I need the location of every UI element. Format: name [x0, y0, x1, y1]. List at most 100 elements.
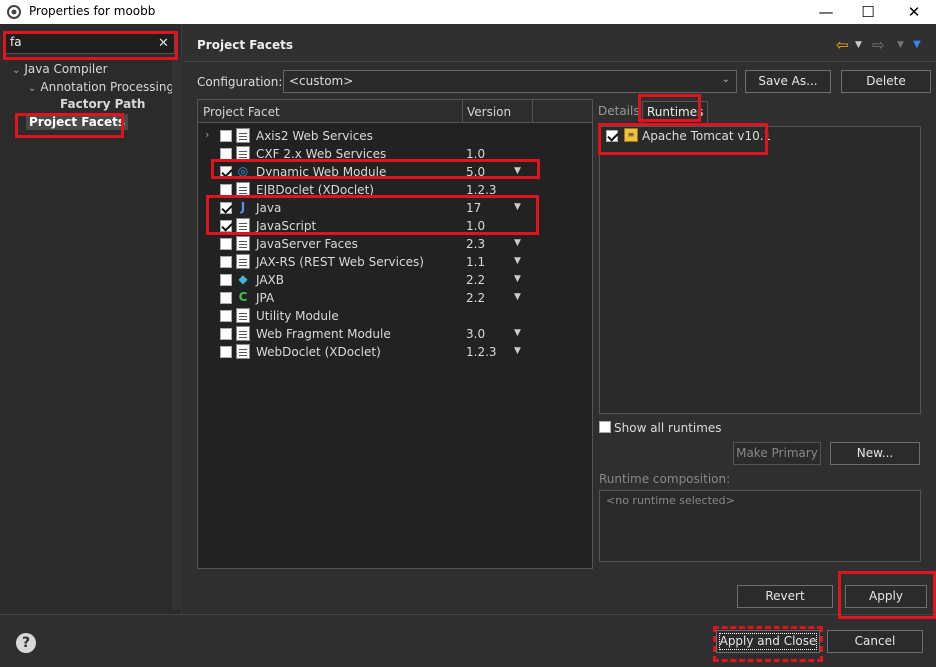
version-dropdown-icon[interactable]: ▼	[514, 292, 521, 302]
tree-item-project-facets[interactable]: Project Facets	[26, 114, 128, 130]
tree-item-factory-path[interactable]: Factory Path	[60, 97, 145, 111]
version-dropdown-icon[interactable]: ▼	[514, 274, 521, 284]
facet-row-jax-rs[interactable]: JAX-RS (REST Web Services) 1.1 ▼	[198, 253, 592, 271]
forward-menu-chevron-icon[interactable]: ▼	[897, 40, 904, 50]
title-bar: Properties for moobb — ☐ ✕	[0, 0, 936, 24]
revert-button[interactable]: Revert	[737, 585, 833, 608]
facet-row-java[interactable]: J Java 17 ▼	[198, 199, 592, 217]
runtime-checkbox[interactable]	[606, 130, 618, 142]
document-icon	[236, 344, 250, 359]
facet-checkbox[interactable]	[220, 292, 232, 304]
version-dropdown-icon[interactable]: ▼	[514, 202, 521, 212]
version-dropdown-icon[interactable]: ▼	[514, 256, 521, 266]
facet-row-cxf[interactable]: CXF 2.x Web Services 1.0	[198, 145, 592, 163]
close-window-button[interactable]: ✕	[892, 0, 936, 24]
make-primary-button[interactable]: Make Primary	[733, 442, 821, 465]
tree-scrollbar[interactable]	[172, 58, 182, 610]
version-dropdown-icon[interactable]: ▼	[514, 346, 521, 356]
column-header-version[interactable]: Version	[467, 105, 511, 119]
facet-row-jpa[interactable]: C JPA 2.2 ▼	[198, 289, 592, 307]
document-icon	[236, 182, 250, 197]
checkbox-box[interactable]	[599, 421, 611, 433]
facet-row-javascript[interactable]: JavaScript 1.0	[198, 217, 592, 235]
apply-and-close-button[interactable]: Apply and Close	[716, 630, 820, 653]
facet-row-dynamic-web-module[interactable]: ◎ Dynamic Web Module 5.0 ▼	[198, 163, 592, 181]
facet-checkbox[interactable]	[220, 148, 232, 160]
facet-name: JavaServer Faces	[256, 237, 358, 251]
facet-row-jsf[interactable]: JavaServer Faces 2.3 ▼	[198, 235, 592, 253]
chevron-down-icon[interactable]: ⌄	[12, 65, 20, 76]
save-as-button[interactable]: Save As...	[745, 70, 831, 93]
category-tree-panel: fa ✕ ⌄ Java Compiler ⌄ Annotation Processi…	[0, 24, 182, 614]
version-dropdown-icon[interactable]: ▼	[514, 238, 521, 248]
delete-button[interactable]: Delete	[841, 70, 931, 93]
facet-checkbox[interactable]	[220, 346, 232, 358]
runtime-composition-box: <no runtime selected>	[599, 490, 921, 562]
facet-checkbox[interactable]	[220, 274, 232, 286]
facet-row-ejbdoclet[interactable]: EJBDoclet (XDoclet) 1.2.3	[198, 181, 592, 199]
tree-item-annotation-processing[interactable]: ⌄ Annotation Processing	[28, 80, 174, 94]
facet-name: CXF 2.x Web Services	[256, 147, 387, 161]
facet-name: EJBDoclet (XDoclet)	[256, 183, 374, 197]
runtime-name: Apache Tomcat v10.1	[642, 129, 772, 143]
column-divider[interactable]	[462, 100, 463, 123]
facet-version: 1.1	[466, 255, 486, 269]
facet-checkbox[interactable]	[220, 220, 232, 232]
column-divider[interactable]	[532, 100, 533, 123]
forward-arrow-icon[interactable]: ⇨	[872, 36, 885, 54]
tab-runtimes[interactable]: Runtimes	[642, 101, 708, 123]
show-all-runtimes-checkbox[interactable]: Show all runtimes	[599, 420, 722, 435]
maximize-button[interactable]: ☐	[846, 0, 890, 24]
web-module-icon: ◎	[237, 164, 249, 178]
facet-checkbox[interactable]	[220, 310, 232, 322]
runtime-composition-label: Runtime composition:	[599, 472, 731, 486]
runtime-list: ≡ Apache Tomcat v10.1	[599, 126, 921, 414]
filter-input[interactable]: fa	[5, 33, 175, 54]
facet-name: Utility Module	[256, 309, 339, 323]
version-dropdown-icon[interactable]: ▼	[514, 328, 521, 338]
minimize-button[interactable]: —	[804, 0, 848, 24]
help-icon[interactable]: ?	[16, 633, 36, 653]
document-icon	[236, 146, 250, 161]
facet-checkbox[interactable]	[220, 202, 232, 214]
table-header: Project Facet Version	[198, 100, 592, 123]
chevron-right-icon[interactable]: ›	[205, 128, 209, 141]
facet-name: JAX-RS (REST Web Services)	[256, 255, 424, 269]
facet-row-web-fragment[interactable]: Web Fragment Module 3.0 ▼	[198, 325, 592, 343]
runtime-item-tomcat[interactable]: ≡ Apache Tomcat v10.1	[604, 127, 804, 145]
chevron-down-icon[interactable]: ⌄	[722, 74, 730, 85]
facet-row-jaxb[interactable]: ◆ JAXB 2.2 ▼	[198, 271, 592, 289]
facet-row-utility-module[interactable]: Utility Module	[198, 307, 592, 325]
facet-checkbox[interactable]	[220, 166, 232, 178]
facet-version: 2.2	[466, 291, 486, 305]
facet-checkbox[interactable]	[220, 130, 232, 142]
jpa-icon: C	[238, 290, 248, 304]
view-menu-icon[interactable]: ▼	[913, 39, 921, 50]
new-runtime-button[interactable]: New...	[830, 442, 920, 465]
facet-checkbox[interactable]	[220, 256, 232, 268]
configuration-select[interactable]: <custom> ⌄	[283, 70, 737, 93]
back-menu-chevron-icon[interactable]: ▼	[855, 40, 862, 50]
facet-row-axis2[interactable]: › Axis2 Web Services	[198, 127, 592, 145]
dialog-button-bar: ? Apply and Close Cancel	[0, 614, 936, 667]
facet-name: WebDoclet (XDoclet)	[256, 345, 381, 359]
facet-checkbox[interactable]	[220, 328, 232, 340]
apply-button[interactable]: Apply	[845, 585, 927, 608]
version-dropdown-icon[interactable]: ▼	[514, 166, 521, 176]
back-arrow-icon[interactable]: ⇦	[836, 36, 849, 54]
facet-checkbox[interactable]	[220, 238, 232, 250]
page-header: Project Facets ⇦ ▼ ⇨ ▼ ▼	[184, 24, 936, 62]
java-icon: J	[240, 200, 246, 214]
cancel-button[interactable]: Cancel	[827, 630, 923, 653]
facet-name: Java	[256, 201, 282, 215]
facet-checkbox[interactable]	[220, 184, 232, 196]
facet-name: JAXB	[256, 273, 284, 287]
chevron-down-icon[interactable]: ⌄	[28, 83, 36, 94]
window-title: Properties for moobb	[29, 4, 156, 18]
tab-details[interactable]: Details	[598, 104, 640, 118]
clear-filter-icon[interactable]: ✕	[158, 36, 169, 51]
facet-row-webdoclet[interactable]: WebDoclet (XDoclet) 1.2.3 ▼	[198, 343, 592, 361]
column-header-facet[interactable]: Project Facet	[203, 105, 280, 119]
facet-version: 2.2	[466, 273, 486, 287]
tree-item-java-compiler[interactable]: ⌄ Java Compiler	[12, 62, 108, 76]
